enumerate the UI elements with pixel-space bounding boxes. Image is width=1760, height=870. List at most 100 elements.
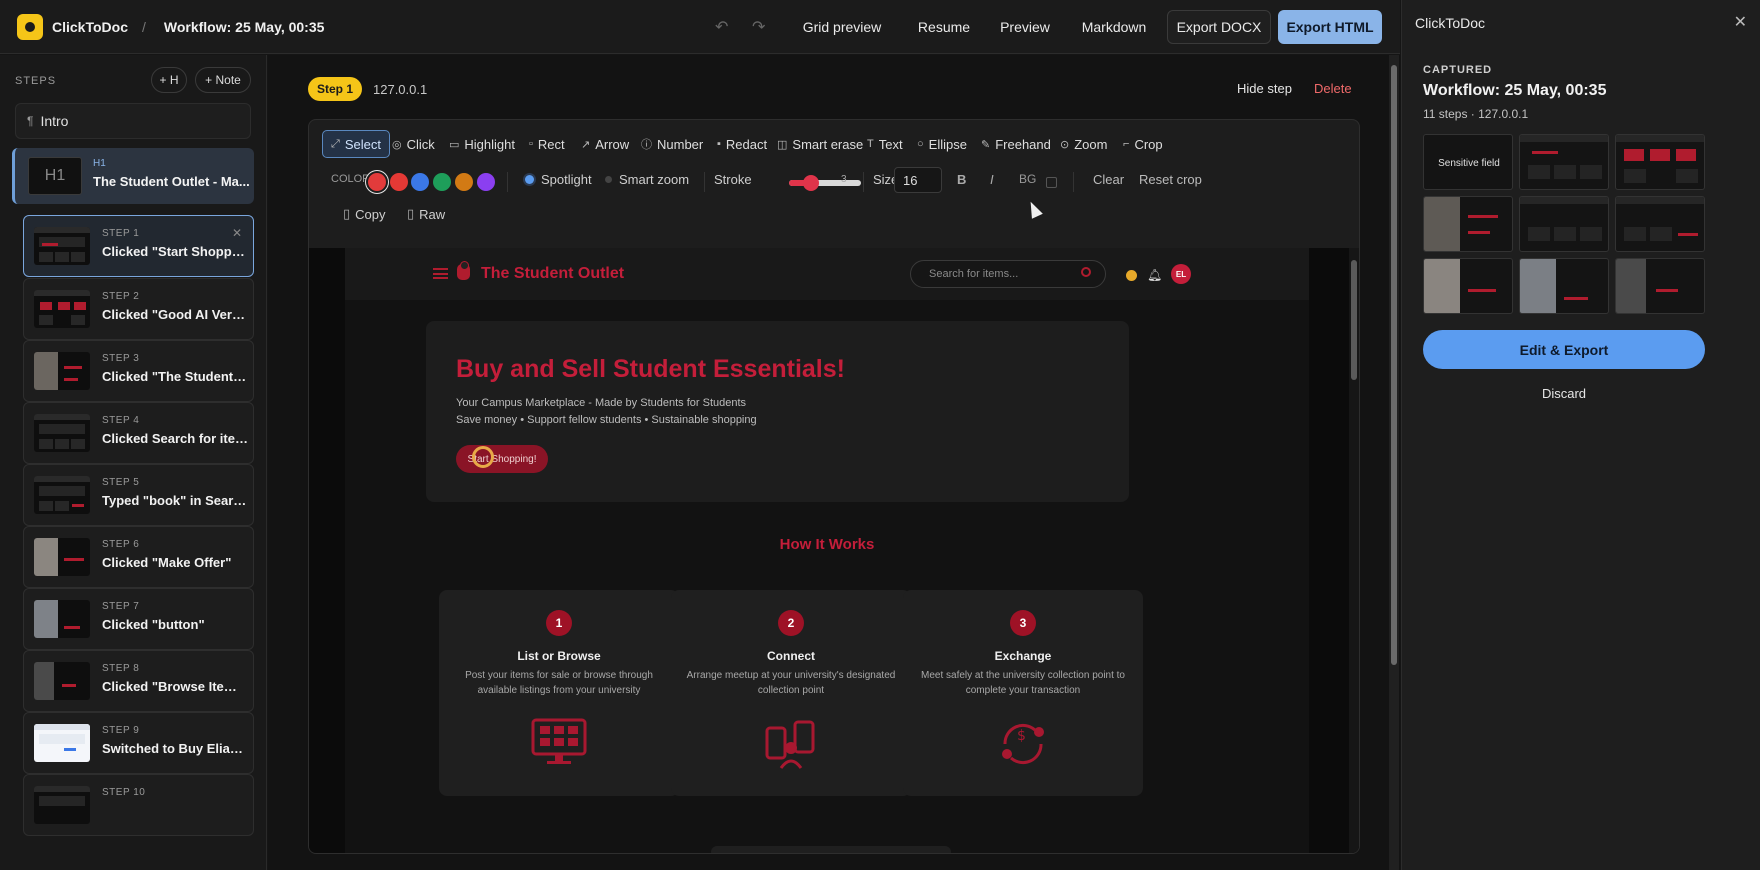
close-icon[interactable]: ✕ <box>232 226 242 240</box>
heading-title: The Student Outlet - Ma... <box>93 174 250 189</box>
step-thumbnail <box>34 414 90 452</box>
redact-icon: ▪ <box>717 138 721 150</box>
italic-button[interactable]: I <box>990 164 994 194</box>
step-label: Clicked Search for items... <box>102 431 248 446</box>
capture-thumbnail-4[interactable] <box>1423 196 1513 252</box>
card-desc: Post your items for sale or browse throu… <box>465 670 653 696</box>
hide-step-button[interactable]: Hide step <box>1237 81 1292 96</box>
tool-label: Arrow <box>595 136 630 152</box>
color-swatch-3[interactable] <box>411 173 429 191</box>
main-scrollbar-thumb[interactable] <box>1391 65 1397 665</box>
color-swatch-1[interactable] <box>368 173 386 191</box>
step-card-2[interactable]: STEP 2 Clicked "Good AI Verifie... <box>23 278 254 340</box>
tool-redact[interactable]: ▪ Redact <box>709 130 775 158</box>
copy-label: Copy <box>355 206 386 222</box>
capture-thumbnail-5[interactable] <box>1519 196 1609 252</box>
step-card-3[interactable]: STEP 3 Clicked "The Student O... <box>23 340 254 402</box>
reset-crop-button[interactable]: Reset crop <box>1139 164 1202 194</box>
step-card-9[interactable]: STEP 9 Switched to Buy Elias A... <box>23 712 254 774</box>
color-swatch-2[interactable] <box>390 173 408 191</box>
step-badge: Step 1 <box>308 77 362 101</box>
markdown-button[interactable]: Markdown <box>1076 10 1152 44</box>
tool-select[interactable]: ⤢ Select <box>322 130 390 158</box>
step-card-5[interactable]: STEP 5 Typed "book" in Search ... <box>23 464 254 526</box>
export-html-button[interactable]: Export HTML <box>1278 10 1382 44</box>
capture-thumbnail-3[interactable] <box>1615 134 1705 190</box>
add-heading-button[interactable]: + H <box>151 67 187 93</box>
divider <box>704 172 705 192</box>
step-card-8[interactable]: STEP 8 Clicked "Browse Items" <box>23 650 254 712</box>
size-input[interactable]: 16 <box>894 167 942 193</box>
color-swatch-5[interactable] <box>455 173 473 191</box>
canvas-scrollbar[interactable] <box>1349 248 1359 853</box>
canvas-scrollbar-thumb[interactable] <box>1351 260 1357 380</box>
step-thumbnail <box>34 786 90 824</box>
tool-smart-erase[interactable]: ◫ Smart erase <box>769 130 871 158</box>
bold-button[interactable]: B <box>957 164 966 194</box>
step-card-10[interactable]: STEP 10 <box>23 774 254 836</box>
add-note-button[interactable]: + Note <box>195 67 251 93</box>
capture-thumbnail-7[interactable] <box>1423 258 1513 314</box>
stroke-slider-handle[interactable] <box>802 175 819 191</box>
close-icon[interactable]: ✕ <box>1734 12 1747 32</box>
stroke-slider[interactable] <box>789 175 861 191</box>
redo-icon[interactable]: ↷ <box>752 17 765 37</box>
mascot-icon <box>457 261 470 280</box>
smart-zoom-toggle[interactable]: Smart zoom <box>605 164 689 194</box>
tool-text[interactable]: T Text <box>859 130 911 158</box>
tool-number[interactable]: ⓘ Number <box>633 130 711 158</box>
step-card-1[interactable]: STEP 1 Clicked "Start Shopping!" ✕ <box>23 215 254 277</box>
tool-arrow[interactable]: ↗ Arrow <box>573 130 637 158</box>
step-thumbnail <box>34 662 90 700</box>
capture-thumbnail-1[interactable]: Sensitive field <box>1423 134 1513 190</box>
discard-button[interactable]: Discard <box>1423 386 1705 401</box>
tool-crop[interactable]: ⌐ Crop <box>1115 130 1171 158</box>
step-card-6[interactable]: STEP 6 Clicked "Make Offer" <box>23 526 254 588</box>
tool-label: Ellipse <box>928 136 967 152</box>
grid-preview-button[interactable]: Grid preview <box>795 10 889 44</box>
tool-rect[interactable]: ▫ Rect <box>521 130 573 158</box>
copy-button[interactable]: ▯ Copy <box>343 199 386 229</box>
tool-label: Rect <box>537 136 565 152</box>
select-icon: ⤢ <box>331 137 340 150</box>
tool-freehand[interactable]: ✎ Freehand <box>973 130 1059 158</box>
preview-button[interactable]: Preview <box>992 10 1058 44</box>
divider <box>507 172 508 192</box>
raw-button[interactable]: ▯ Raw <box>407 199 445 229</box>
color-swatch-4[interactable] <box>433 173 451 191</box>
step-thumbnail <box>34 724 90 762</box>
delete-step-button[interactable]: Delete <box>1314 81 1352 96</box>
tool-ellipse[interactable]: ○ Ellipse <box>909 130 975 158</box>
annotation-editor: ⤢ Select ◎ Click ▭ Highlight ▫ Rect ↗ Arrow ⓘ… <box>308 119 1360 854</box>
site-brand: The Student Outlet <box>481 265 625 282</box>
capture-thumbnail-9[interactable] <box>1615 258 1705 314</box>
capture-thumbnail-8[interactable] <box>1519 258 1609 314</box>
export-docx-button[interactable]: Export DOCX <box>1167 10 1271 44</box>
screenshot-canvas[interactable]: The Student Outlet Search for items... 🔔… <box>309 248 1359 853</box>
step-tag: STEP 4 <box>102 415 140 426</box>
step-card-4[interactable]: STEP 4 Clicked Search for items... <box>23 402 254 464</box>
heading-card[interactable]: H1 H1 The Student Outlet - Ma... <box>12 148 254 204</box>
edit-export-button[interactable]: Edit & Export <box>1423 330 1705 369</box>
step-card-7[interactable]: STEP 7 Clicked "button" <box>23 588 254 650</box>
color-swatch-6[interactable] <box>477 173 495 191</box>
step-tag: STEP 6 <box>102 539 140 550</box>
tool-highlight[interactable]: ▭ Highlight <box>441 130 523 158</box>
tool-zoom[interactable]: ⊙ Zoom <box>1052 130 1115 158</box>
divider <box>1073 172 1074 192</box>
undo-icon[interactable]: ↶ <box>715 17 728 37</box>
resume-button[interactable]: Resume <box>908 10 980 44</box>
main-scrollbar[interactable] <box>1389 55 1399 870</box>
spotlight-toggle[interactable]: Spotlight <box>525 164 592 194</box>
tool-click[interactable]: ◎ Click <box>384 130 443 158</box>
pilcrow-icon: ¶ <box>27 114 34 128</box>
step-label: Clicked "Browse Items" <box>102 679 248 694</box>
clear-button[interactable]: Clear <box>1093 164 1124 194</box>
intro-item[interactable]: ¶ Intro <box>15 103 251 139</box>
main-editor-area: Step 1 127.0.0.1 Hide step Delete ⤢ Selec… <box>268 55 1400 870</box>
capture-thumbnail-2[interactable] <box>1519 134 1609 190</box>
bg-checkbox[interactable] <box>1046 177 1057 188</box>
tool-label: Redact <box>725 136 768 152</box>
stroke-value: 3 <box>841 173 847 185</box>
capture-thumbnail-6[interactable] <box>1615 196 1705 252</box>
